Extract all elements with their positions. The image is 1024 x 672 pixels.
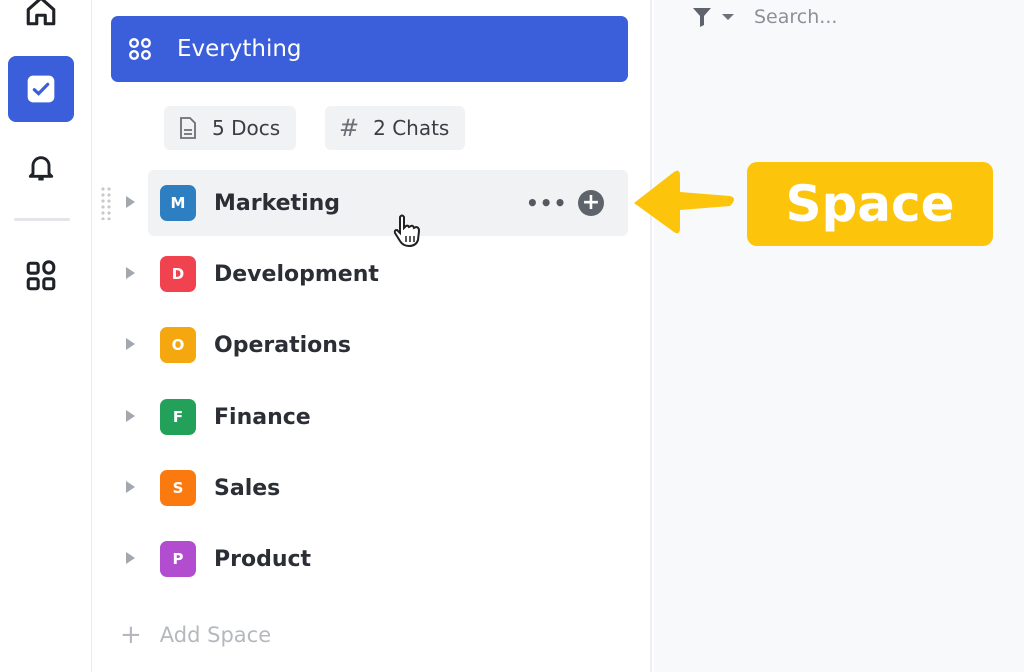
space-avatar: S [160, 470, 196, 506]
chats-chip[interactable]: # 2 Chats [325, 106, 466, 150]
plus-icon: + [120, 620, 142, 650]
add-plus-icon[interactable]: + [578, 190, 604, 216]
search-bar[interactable]: Search... [692, 6, 837, 28]
chevron-right-icon[interactable] [126, 196, 135, 208]
more-options-icon[interactable]: ••• [526, 191, 567, 215]
search-input[interactable]: Search... [754, 6, 837, 28]
everything-button[interactable]: Everything [111, 16, 628, 82]
home-icon[interactable] [22, 0, 60, 30]
hash-icon: # [339, 114, 360, 142]
space-avatar: P [160, 541, 196, 577]
space-name: Finance [214, 404, 311, 430]
tasks-nav-button[interactable] [8, 56, 74, 122]
apps-grid-icon[interactable] [22, 257, 60, 295]
add-space-label: Add Space [159, 623, 272, 647]
chevron-right-icon[interactable] [126, 410, 135, 422]
space-item-marketing[interactable]: M Marketing ••• + [126, 170, 628, 236]
chats-chip-label: 2 Chats [373, 116, 450, 140]
space-name: Sales [214, 475, 281, 501]
chevron-right-icon[interactable] [126, 267, 135, 279]
docs-chip[interactable]: 5 Docs [164, 106, 297, 150]
space-name: Marketing [214, 190, 341, 216]
space-item-operations[interactable]: O Operations [126, 312, 628, 378]
space-avatar: D [160, 256, 196, 292]
rail-divider [14, 218, 70, 221]
sidebar: Everything 5 Docs # 2 Chats M Marketing … [92, 0, 652, 672]
space-name: Product [214, 546, 312, 572]
space-avatar: F [160, 399, 196, 435]
space-item-product[interactable]: P Product [126, 526, 628, 592]
bell-icon[interactable] [22, 148, 60, 186]
add-space-button[interactable]: + Add Space [120, 620, 271, 650]
space-name: Operations [214, 332, 351, 358]
space-item-finance[interactable]: F Finance [126, 384, 628, 450]
everything-label: Everything [177, 36, 302, 62]
checkbox-icon [27, 75, 55, 103]
drag-handle-icon[interactable] [100, 186, 112, 220]
docs-chip-label: 5 Docs [212, 116, 281, 140]
everything-icon [129, 38, 151, 60]
space-item-sales[interactable]: S Sales [126, 455, 628, 521]
icon-rail [0, 0, 92, 672]
space-name: Development [214, 261, 379, 287]
hand-cursor-icon [393, 214, 421, 248]
space-callout: Space [747, 162, 993, 246]
space-avatar: O [160, 327, 196, 363]
caret-down-icon[interactable] [722, 14, 734, 20]
main-area: Search... [654, 0, 1024, 672]
document-icon [180, 117, 196, 139]
arrow-left-icon [634, 170, 734, 234]
chevron-right-icon[interactable] [126, 338, 135, 350]
space-item-development[interactable]: D Development [126, 241, 628, 307]
chevron-right-icon[interactable] [126, 552, 135, 564]
filter-icon[interactable] [692, 6, 712, 28]
callout-label: Space [785, 175, 955, 233]
space-avatar: M [160, 185, 196, 221]
chevron-right-icon[interactable] [126, 481, 135, 493]
